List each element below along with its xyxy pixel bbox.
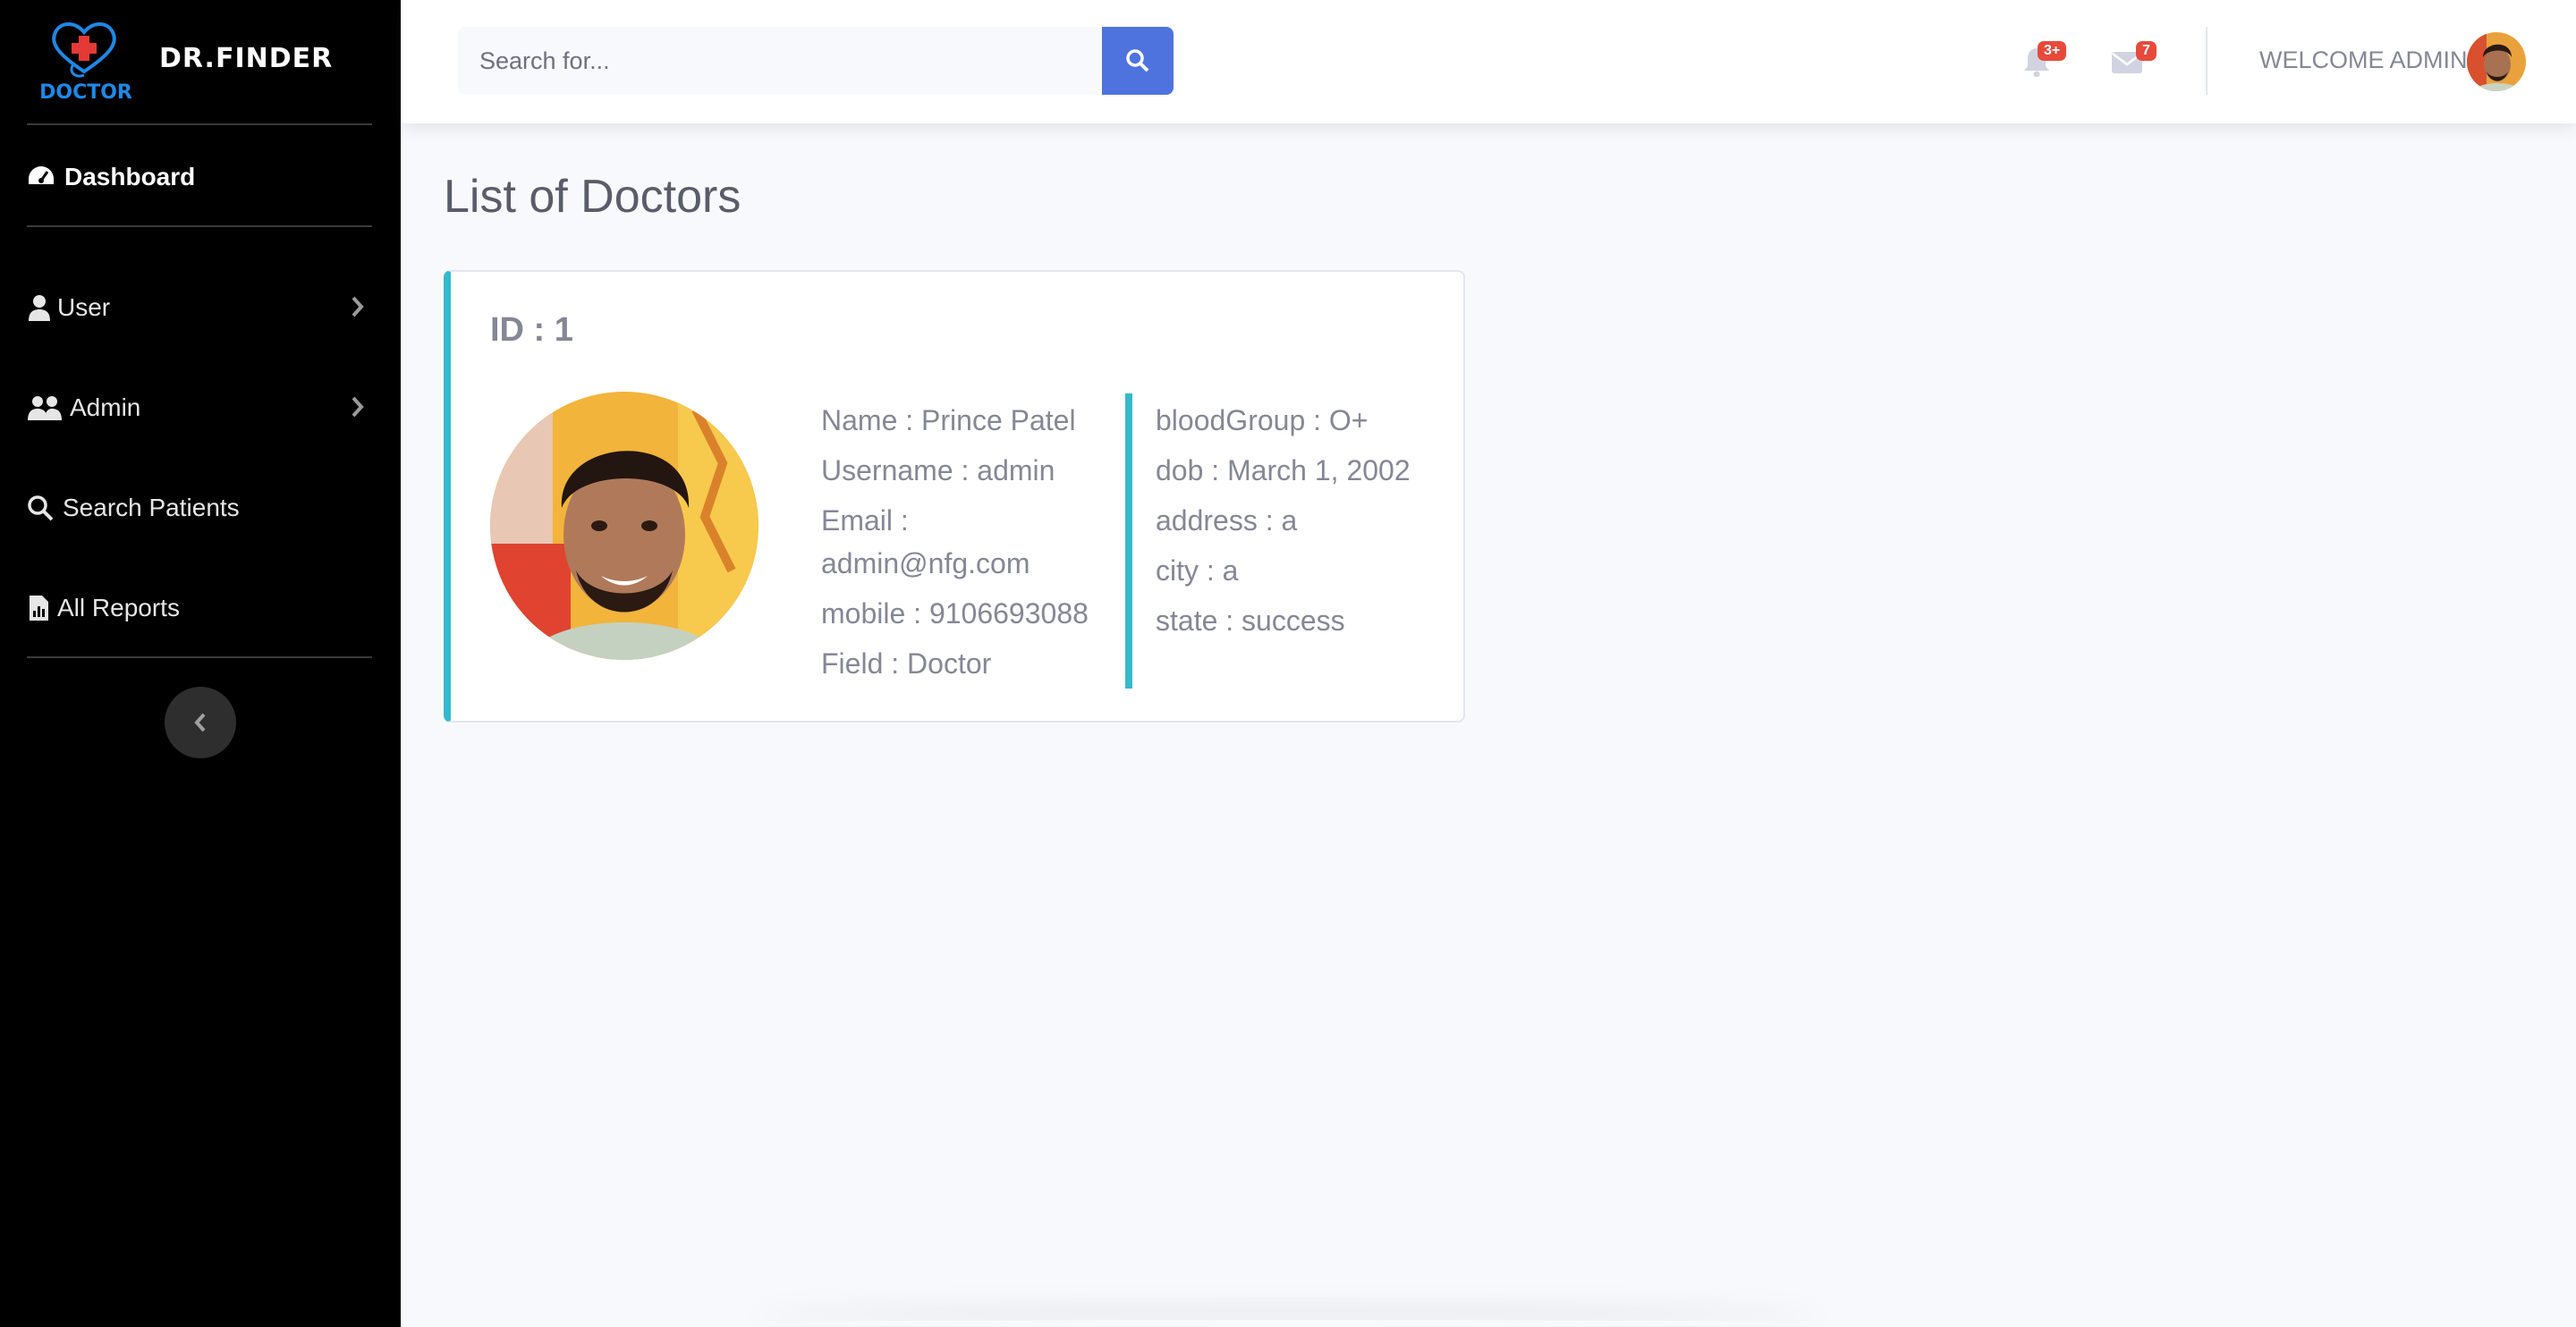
sidebar-divider <box>27 123 372 125</box>
doctor-mobile: mobile : 9106693088 <box>821 597 1089 630</box>
search-button[interactable] <box>1102 27 1174 95</box>
doctor-info-right: bloodGroup : O+ dob : March 1, 2002 addr… <box>1156 395 1460 646</box>
user-welcome-text[interactable]: WELCOME ADMIN <box>2259 46 2468 74</box>
doctor-field: Field : Doctor <box>821 647 992 680</box>
sidebar-item-label: User <box>57 293 111 321</box>
brand-link[interactable]: DOCTOR DR.FINDER <box>0 0 401 123</box>
doctor-state: state : success <box>1156 604 1345 637</box>
info-separator <box>1125 393 1132 689</box>
doctor-email-label: Email : <box>821 504 909 537</box>
sidebar-item-user[interactable]: User <box>27 279 374 336</box>
brand-logo: DOCTOR <box>39 16 132 106</box>
search-icon <box>27 494 54 522</box>
alerts-badge: 3+ <box>2038 41 2067 61</box>
sidebar-item-label: Search Patients <box>63 494 240 521</box>
sidebar-item-label: All Reports <box>57 594 180 621</box>
chevron-right-icon <box>351 395 365 425</box>
topbar: 3+ 7 WELCOME ADMIN <box>401 0 2576 123</box>
sidebar-toggle-button[interactable] <box>165 687 236 758</box>
doctor-address: address : a <box>1156 504 1298 537</box>
svg-text:DOCTOR: DOCTOR <box>39 81 132 104</box>
brand-name: DR.FINDER <box>159 43 334 74</box>
sidebar: DOCTOR DR.FINDER Dashboard User Admin Se… <box>0 0 401 1327</box>
doctor-username: Username : admin <box>821 454 1055 486</box>
doctor-blood-group: bloodGroup : O+ <box>1156 404 1368 436</box>
sidebar-item-all-reports[interactable]: All Reports <box>27 579 374 637</box>
doctor-email-value: admin@nfg.com <box>821 547 1030 579</box>
doctor-photo <box>490 392 758 660</box>
messages-dropdown[interactable]: 7 <box>2111 39 2165 84</box>
page-title: List of Doctors <box>444 171 741 223</box>
heart-stethoscope-icon: DOCTOR <box>39 22 132 104</box>
tachometer-icon <box>27 163 55 191</box>
messages-badge: 7 <box>2136 41 2157 61</box>
doctor-id: ID : 1 <box>490 311 573 349</box>
file-chart-icon <box>27 594 50 622</box>
sidebar-item-label: Admin <box>70 393 141 421</box>
sidebar-item-label: Dashboard <box>64 163 196 190</box>
alerts-dropdown[interactable]: 3+ <box>2018 39 2072 84</box>
doctor-name: Name : Prince Patel <box>821 404 1076 436</box>
sidebar-divider <box>27 656 372 658</box>
footer-shadow <box>751 1320 1825 1327</box>
user-icon <box>27 293 52 322</box>
search-icon <box>1126 49 1149 72</box>
search-input[interactable] <box>458 27 1102 95</box>
doctor-info-left: Name : Prince Patel Username : admin Ema… <box>821 395 1125 689</box>
doctor-city: city : a <box>1156 554 1239 587</box>
chevron-left-icon <box>194 713 206 732</box>
sidebar-item-search-patients[interactable]: Search Patients <box>27 479 374 537</box>
doctor-card: ID : 1 Name : Prince Patel Username : ad… <box>444 270 1465 723</box>
users-icon <box>27 393 63 422</box>
topbar-divider <box>2206 27 2207 95</box>
sidebar-item-admin[interactable]: Admin <box>27 379 374 436</box>
sidebar-divider <box>27 225 372 227</box>
avatar[interactable] <box>2467 32 2526 91</box>
chevron-right-icon <box>351 295 365 325</box>
sidebar-item-dashboard[interactable]: Dashboard <box>27 148 374 206</box>
doctor-dob: dob : March 1, 2002 <box>1156 454 1411 486</box>
